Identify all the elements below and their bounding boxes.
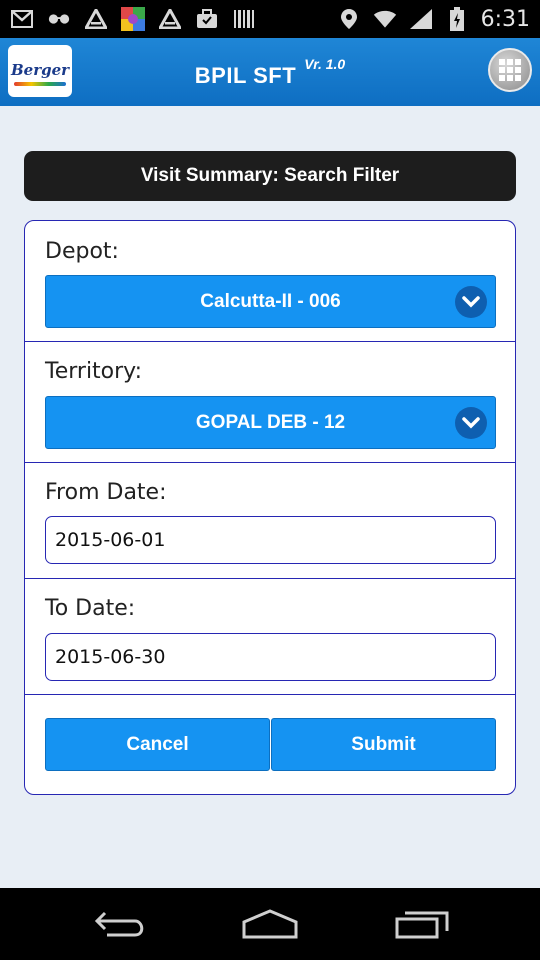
grid-menu-button[interactable] [488,48,532,92]
territory-value: GOPAL DEB - 12 [195,411,346,433]
back-icon [94,911,144,937]
notification-icons [10,7,256,31]
chevron-down-icon [455,286,487,318]
grid-menu-icon [499,59,521,81]
from-date-value: 2015-06-01 [55,529,166,551]
berger-logo: Berger [8,45,72,97]
divider [25,462,515,463]
filter-title: Visit Summary: Search Filter [140,165,400,186]
back-button[interactable] [90,906,150,942]
app-version: Vr. 1.0 [304,56,346,72]
recent-apps-button[interactable] [392,906,452,942]
battery-icon [445,7,469,31]
depot-label: Depot: [45,239,119,264]
logo-text: Berger [10,60,70,79]
to-date-label: To Date: [45,596,136,621]
divider [25,578,515,579]
from-date-field[interactable]: 2015-06-01 [45,516,496,564]
navigation-bar [0,888,540,960]
app-a-icon [84,8,108,30]
home-icon [242,909,298,939]
app-title-group: BPIL SFT Vr. 1.0 [0,38,540,106]
from-date-label: From Date: [45,480,167,505]
briefcase-icon [195,8,219,30]
to-date-field[interactable]: 2015-06-30 [45,633,496,681]
app-header: Berger BPIL SFT Vr. 1.0 [0,38,540,106]
gmail-icon [10,8,34,30]
home-button[interactable] [240,906,300,942]
spy-icon [47,8,71,30]
depot-select[interactable]: Calcutta-II - 006 [45,275,496,328]
barcode-icon [232,8,256,30]
divider [25,341,515,342]
search-filter-form: Depot: Calcutta-II - 006 Territory: GOPA… [24,220,516,795]
photo-app-icon [121,7,145,31]
territory-label: Territory: [45,359,143,384]
logo-stripe [14,81,66,86]
status-bar: 6:31 [0,0,540,38]
system-icons: 6:31 [337,7,530,32]
depot-value: Calcutta-II - 006 [200,290,341,312]
territory-select[interactable]: GOPAL DEB - 12 [45,396,496,449]
app-title: BPIL SFT [194,63,297,88]
submit-button[interactable]: Submit [271,718,496,771]
recent-apps-icon [395,911,449,939]
location-icon [337,8,361,30]
to-date-value: 2015-06-30 [55,646,166,668]
filter-title-bar: Visit Summary: Search Filter [24,151,516,201]
divider [25,694,515,695]
wifi-icon [373,8,397,30]
app-a-icon [158,8,182,30]
signal-icon [409,8,433,30]
status-time: 6:31 [480,6,530,32]
cancel-button[interactable]: Cancel [45,718,270,771]
chevron-down-icon [455,407,487,439]
